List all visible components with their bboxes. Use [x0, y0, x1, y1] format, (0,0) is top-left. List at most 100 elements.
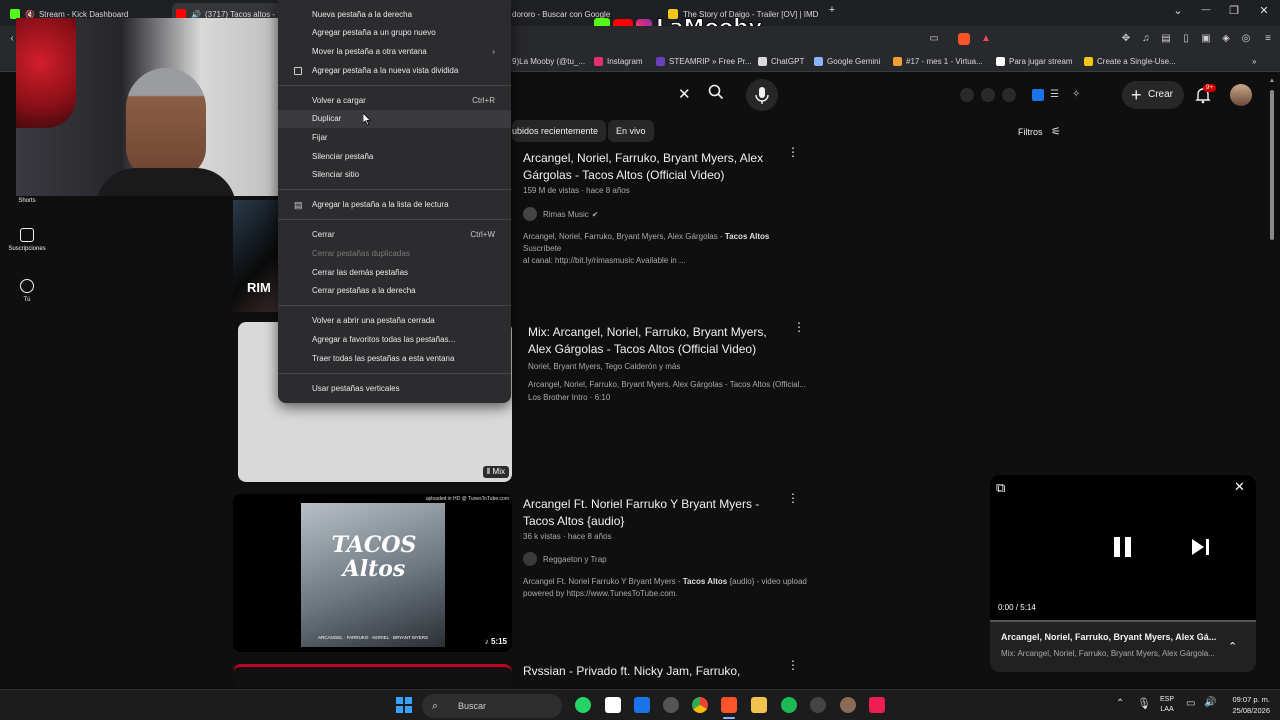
chrome-icon[interactable] [692, 697, 708, 713]
menu-item-bookmark-all[interactable]: Agregar a favoritos todas las pestañas..… [278, 331, 511, 349]
tiktok-icon[interactable] [869, 697, 885, 713]
wallet-icon[interactable]: ▣ [1200, 33, 1212, 45]
ext-icon[interactable]: ✧ [1072, 89, 1084, 101]
ext-icon[interactable] [1032, 89, 1044, 101]
ext-icon[interactable] [1002, 88, 1016, 102]
menu-icon[interactable]: ≡ [1262, 33, 1274, 45]
ext-icon[interactable] [960, 88, 974, 102]
more-options-icon[interactable]: ⋮ [787, 659, 799, 671]
notion-icon[interactable] [605, 697, 621, 713]
brave-shield-icon[interactable] [958, 33, 970, 45]
scroll-up-icon[interactable]: ▲ [1269, 78, 1275, 84]
microphone-icon[interactable]: 🎙 [1137, 697, 1151, 710]
sidebar-item-shorts[interactable]: Shorts [0, 198, 54, 204]
windows-start-icon[interactable] [396, 697, 412, 713]
bookmark-lamooby[interactable]: 9)La Mooby (@tu_... [512, 57, 585, 66]
menu-item-pin[interactable]: Fijar [278, 129, 511, 147]
new-tab-button[interactable]: + [822, 4, 842, 16]
bookmark-gemini[interactable]: Google Gemini [814, 57, 880, 66]
filters-button[interactable]: Filtros ⚟ [1018, 125, 1061, 138]
avatar[interactable] [1230, 84, 1252, 106]
menu-item-new-tab-right[interactable]: Nueva pestaña a la derecha [278, 6, 511, 24]
close-player-icon[interactable]: ✕ [1234, 479, 1245, 495]
vpn-icon[interactable]: ◈ [1220, 33, 1232, 45]
result-title[interactable]: Rvssian - Privado ft. Nicky Jam, Farruko… [523, 663, 783, 687]
extensions-icon[interactable]: ✥ [1120, 33, 1132, 45]
media-icon[interactable]: ♫ [1140, 33, 1152, 45]
menu-item-move-to-window[interactable]: Mover la pestaña a otra ventana › [278, 43, 511, 61]
menu-item-bring-all-tabs[interactable]: Traer todas las pestañas a esta ventana [278, 350, 511, 368]
cast-icon[interactable]: ▭ [928, 33, 940, 45]
bookmark-virtual[interactable]: #17 - mes 1 - Virtua... [893, 57, 983, 66]
search-icon[interactable] [708, 84, 724, 100]
channel-link[interactable]: Rimas Music ✔ [523, 207, 598, 221]
clock[interactable]: 09:07 p. m. 25/08/2026 [1224, 694, 1270, 716]
result-thumbnail[interactable]: RIM [233, 200, 279, 312]
result-title[interactable]: Arcangel, Noriel, Farruko, Bryant Myers,… [523, 150, 783, 184]
brave-icon[interactable] [721, 697, 737, 713]
more-options-icon[interactable]: ⋮ [793, 321, 805, 333]
menu-item-duplicate[interactable]: Duplicar [278, 110, 511, 128]
bookmark-chatgpt[interactable]: ChatGPT [758, 57, 804, 66]
menu-item-close-others[interactable]: Cerrar las demás pestañas [278, 264, 511, 282]
spotify-icon[interactable] [781, 697, 797, 713]
menu-item-mute-tab[interactable]: Silenciar pestaña [278, 148, 511, 166]
menu-item-vertical-tabs[interactable]: Usar pestañas verticales [278, 380, 511, 398]
menu-item-mute-site[interactable]: Silenciar sitio [278, 166, 511, 184]
bookmark-instagram[interactable]: Instagram [594, 57, 643, 66]
network-icon[interactable]: ▭ [1186, 698, 1195, 709]
more-options-icon[interactable]: ⋮ [787, 146, 799, 158]
menu-item-reload[interactable]: Volver a cargar Ctrl+R [278, 92, 511, 110]
pause-icon[interactable] [1114, 537, 1132, 557]
bookmark-steamrip[interactable]: STEAMRIP » Free Pr... [656, 57, 752, 66]
chevron-up-icon[interactable]: ⌃ [1228, 640, 1237, 653]
channel-link[interactable]: Reggaeton y Trap [523, 552, 607, 566]
scrollbar-thumb[interactable] [1270, 90, 1274, 240]
taskbar-search[interactable]: ⌕ Buscar [422, 694, 562, 718]
bookmark-single-use[interactable]: Create a Single-Use... [1084, 57, 1176, 66]
shield-icon[interactable]: ◎ [1240, 33, 1252, 45]
menu-item-split-view[interactable]: Agregar pestaña a la nueva vista dividid… [278, 62, 511, 80]
next-track-icon[interactable] [1192, 539, 1210, 555]
create-button[interactable]: + Crear [1122, 81, 1184, 109]
reading-list-icon[interactable]: ▤ [1160, 33, 1172, 45]
menu-item-close[interactable]: Cerrar Ctrl+W [278, 226, 511, 244]
voice-search-button[interactable] [746, 79, 778, 111]
result-title[interactable]: Mix: Arcangel, Noriel, Farruko, Bryant M… [528, 324, 788, 358]
bookmarks-overflow-icon[interactable]: » [1252, 57, 1256, 66]
restore-button[interactable]: ❐ [1224, 4, 1244, 17]
result-thumbnail[interactable] [233, 664, 512, 688]
close-window-button[interactable]: ✕ [1254, 4, 1274, 17]
result-thumbnail[interactable]: uploaded in HD @ TunesToTube.com TACOS A… [233, 494, 512, 652]
chip-live[interactable]: En vivo [608, 120, 654, 142]
avatar[interactable] [840, 697, 856, 713]
mini-player-info[interactable]: Arcangel, Noriel, Farruko, Bryant Myers,… [990, 622, 1256, 672]
more-options-icon[interactable]: ⋮ [787, 492, 799, 504]
sidebar-item-subscriptions[interactable]: Suscripciones [0, 228, 54, 252]
expand-player-icon[interactable]: ⧉ [996, 480, 1005, 496]
brave-rewards-icon[interactable]: ▲ [980, 33, 992, 45]
clear-search-icon[interactable]: ✕ [678, 85, 691, 103]
bookmark-stream[interactable]: Para jugar stream [996, 57, 1073, 66]
menu-item-reading-list[interactable]: ▤ Agregar la pestaña a la lista de lectu… [278, 196, 511, 214]
settings-icon[interactable] [663, 697, 679, 713]
scrollbar[interactable]: ▲ [1268, 78, 1276, 686]
menu-item-reopen-closed[interactable]: Volver a abrir una pestaña cerrada [278, 312, 511, 330]
app-icon[interactable] [810, 697, 826, 713]
app-icon[interactable] [634, 697, 650, 713]
ext-icon[interactable] [981, 88, 995, 102]
whatsapp-icon[interactable] [575, 697, 591, 713]
language-indicator[interactable]: ESP LAA [1160, 695, 1174, 715]
folder-icon[interactable] [751, 697, 767, 713]
volume-icon[interactable]: 🔊 [1204, 697, 1216, 708]
chip-recently-uploaded[interactable]: ubidos recientemente [512, 120, 607, 142]
ext-icon[interactable]: ☰ [1050, 89, 1062, 101]
sidebar-icon[interactable]: ▯ [1180, 33, 1192, 45]
sidebar-item-you[interactable]: Tú [0, 279, 54, 303]
tab-search-button[interactable]: ⌄ [1168, 4, 1188, 17]
minimize-button[interactable]: — [1196, 4, 1216, 14]
result-title[interactable]: Arcangel Ft. Noriel Farruko Y Bryant Mye… [523, 496, 783, 530]
menu-item-add-to-group[interactable]: Agregar pestaña a un grupo nuevo [278, 24, 511, 42]
chevron-up-icon[interactable]: ⌃ [1116, 698, 1124, 709]
menu-item-close-right[interactable]: Cerrar pestañas a la derecha [278, 282, 511, 300]
